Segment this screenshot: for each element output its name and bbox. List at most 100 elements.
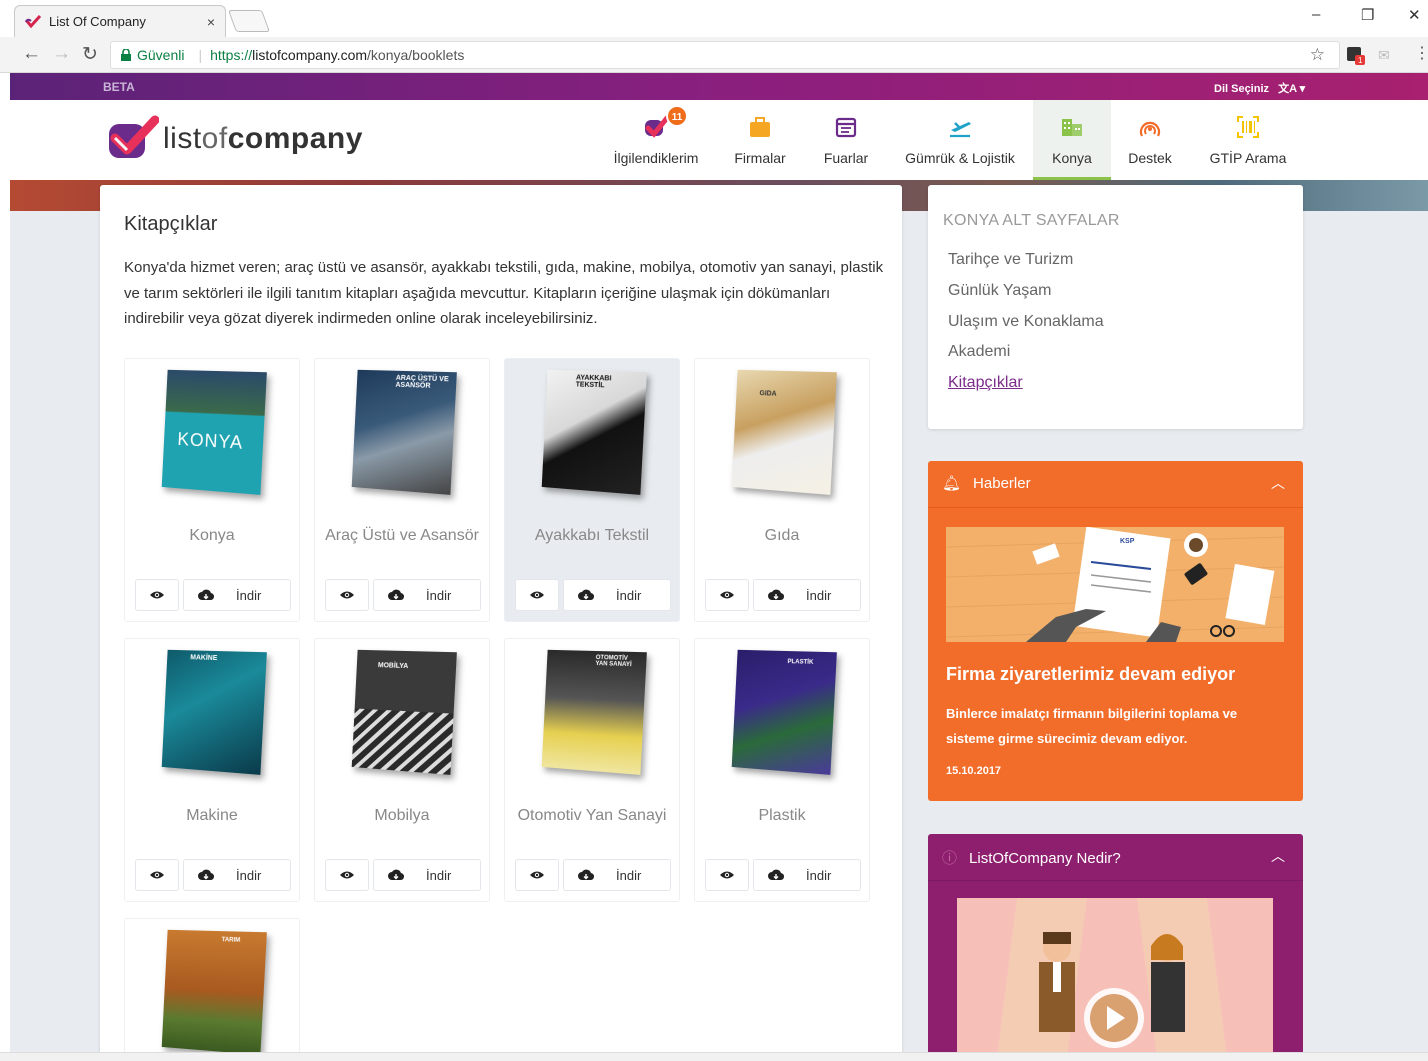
booklet-card-plastik: PLASTİK Plastik İndir <box>694 638 870 902</box>
tab-close-icon[interactable]: × <box>207 14 215 30</box>
url-separator: | <box>198 47 203 63</box>
info-icon: ⓘ <box>942 850 958 867</box>
new-tab-button[interactable] <box>227 10 271 32</box>
address-bar[interactable]: Güvenli | https://listofcompany.com/kony… <box>110 41 1340 69</box>
browser-toolbar: ← → ↻ Güvenli | https://listofcompany.co… <box>0 37 1428 73</box>
cloud-download-icon <box>198 869 214 881</box>
booklet-cover[interactable]: PLASTİK <box>731 649 837 775</box>
translate-icon: 文A ▾ <box>1278 83 1306 95</box>
svg-text:KSP: KSP <box>1120 538 1135 545</box>
site-header: listofcompany 11 İlgilendiklerim Firmala… <box>10 100 1428 180</box>
booklet-cover[interactable]: MAKİNE <box>161 649 267 775</box>
buildings-icon <box>1062 119 1082 136</box>
booklet-cover[interactable]: KONYA <box>161 369 267 495</box>
site-logo[interactable]: listofcompany <box>105 114 363 164</box>
reload-icon[interactable]: ↻ <box>82 43 98 66</box>
eye-icon <box>150 871 164 879</box>
briefcase-icon <box>750 117 770 137</box>
booklet-card-tarim: TARIM <box>124 918 300 1061</box>
video-thumbnail[interactable] <box>957 898 1273 1058</box>
what-is-header: ⓘ ListOfCompany Nedir? <box>942 850 1121 867</box>
view-button[interactable] <box>135 579 179 611</box>
view-button[interactable] <box>135 859 179 891</box>
booklet-name: Plastik <box>758 807 806 824</box>
view-button[interactable] <box>515 859 559 891</box>
extension-2-icon[interactable]: ✉ <box>1378 47 1390 64</box>
download-button[interactable]: İndir <box>753 579 861 611</box>
booklet-name: Otomotiv Yan Sanayi <box>517 807 667 824</box>
maximize-button[interactable]: ❐ <box>1361 6 1374 24</box>
window-close-button[interactable]: ✕ <box>1408 6 1421 24</box>
download-button[interactable]: İndir <box>563 859 671 891</box>
booklet-name: Gıda <box>764 527 800 544</box>
view-button[interactable] <box>705 579 749 611</box>
download-button[interactable]: İndir <box>753 859 861 891</box>
download-button[interactable]: İndir <box>373 579 481 611</box>
barcode-scan-icon <box>1237 116 1259 138</box>
view-button[interactable] <box>325 859 369 891</box>
nav-firmalar[interactable]: Firmalar <box>724 100 796 180</box>
booklet-card-arac-ustu: ARAÇ ÜSTÜ VE ASANSÖR Araç Üstü ve Asansö… <box>314 358 490 622</box>
booklet-name: Ayakkabı Tekstil <box>534 527 650 544</box>
view-button[interactable] <box>515 579 559 611</box>
subpage-link-akademi[interactable]: Akademi <box>948 343 1010 361</box>
download-button[interactable]: İndir <box>183 579 291 611</box>
subpage-link-tarihce[interactable]: Tarihçe ve Turizm <box>948 251 1073 269</box>
news-card: 🔔︎ Haberler ︿ KSP Firma ziyaretlerimiz de… <box>928 461 1303 801</box>
nav-fuarlar[interactable]: Fuarlar <box>814 100 878 180</box>
support-icon <box>1139 121 1161 137</box>
booklet-name: Mobilya <box>374 807 430 824</box>
nav-badge: 11 <box>666 105 688 127</box>
booklet-cover[interactable]: ARAÇ ÜSTÜ VE ASANSÖR <box>351 369 457 495</box>
secure-label: Güvenli <box>137 47 185 63</box>
booklet-cover[interactable]: OTOMOTİV YAN SANAYİ <box>541 649 647 775</box>
download-button[interactable]: İndir <box>183 859 291 891</box>
subpage-link-gunluk-yasam[interactable]: Günlük Yaşam <box>948 282 1051 300</box>
collapse-chevron-icon[interactable]: ︿ <box>1271 846 1285 866</box>
what-is-card: ⓘ ListOfCompany Nedir? ︿ <box>928 834 1303 1061</box>
booklet-cover[interactable]: AYAKKABI TEKSTİL <box>541 369 647 495</box>
nav-destek[interactable]: Destek <box>1122 100 1178 180</box>
subpage-link-kitapciklar[interactable]: Kitapçıklar <box>948 374 1023 392</box>
cloud-download-icon <box>578 589 594 601</box>
download-button[interactable]: İndir <box>563 579 671 611</box>
news-headline[interactable]: Firma ziyaretlerimiz devam ediyor <box>946 664 1235 685</box>
booklet-cover[interactable]: TARIM <box>161 929 267 1055</box>
beta-label: BETA <box>103 80 135 94</box>
news-body: Binlerce imalatçı firmanın bilgilerini t… <box>946 706 1238 746</box>
minimize-button[interactable]: – <box>1312 6 1320 23</box>
nav-konya[interactable]: Konya <box>1033 100 1111 180</box>
subpage-link-ulasim[interactable]: Ulaşım ve Konaklama <box>948 313 1104 331</box>
booklet-cover[interactable]: MOBİLYA <box>351 649 457 775</box>
view-button[interactable] <box>325 579 369 611</box>
news-image[interactable]: KSP <box>946 527 1284 642</box>
forward-arrow-icon[interactable]: → <box>52 43 71 65</box>
subpages-title: KONYA ALT SAYFALAR <box>943 212 1120 229</box>
view-button[interactable] <box>705 859 749 891</box>
download-button[interactable]: İndir <box>373 859 481 891</box>
favicon-icon <box>25 14 41 28</box>
language-selector[interactable]: Dil Seçiniz 文A ▾ <box>1214 80 1305 96</box>
cloud-download-icon <box>388 869 404 881</box>
booklet-cover[interactable]: GIDA <box>731 369 837 495</box>
back-arrow-icon[interactable]: ← <box>22 43 41 65</box>
cloud-download-icon <box>198 589 214 601</box>
browser-tab[interactable]: List Of Company × <box>14 5 226 37</box>
booklet-card-gida: GIDA Gıda İndir <box>694 358 870 622</box>
booklet-card-konya: KONYA Konya İndir <box>124 358 300 622</box>
nav-gtip-arama[interactable]: GTİP Arama <box>1200 100 1296 180</box>
nav-gumruk-lojistik[interactable]: Gümrük & Lojistik <box>898 100 1022 180</box>
eye-icon <box>720 871 734 879</box>
extension-icon[interactable]: 1 <box>1346 45 1366 65</box>
collapse-chevron-icon[interactable]: ︿ <box>1271 473 1285 493</box>
eye-icon <box>720 591 734 599</box>
eye-icon <box>530 591 544 599</box>
nav-ilgilendiklerim[interactable]: 11 İlgilendiklerim <box>606 100 706 180</box>
svg-text:1: 1 <box>1358 56 1363 65</box>
menu-dots-icon[interactable]: ⋮ <box>1414 43 1428 63</box>
bell-icon: 🔔︎ <box>942 475 962 492</box>
booklets-card: Kitapçıklar Konya'da hizmet veren; araç … <box>100 185 902 1061</box>
booklet-name: Konya <box>189 527 235 544</box>
tab-title: List Of Company <box>49 14 146 29</box>
bookmark-star-icon[interactable]: ☆ <box>1310 45 1325 65</box>
